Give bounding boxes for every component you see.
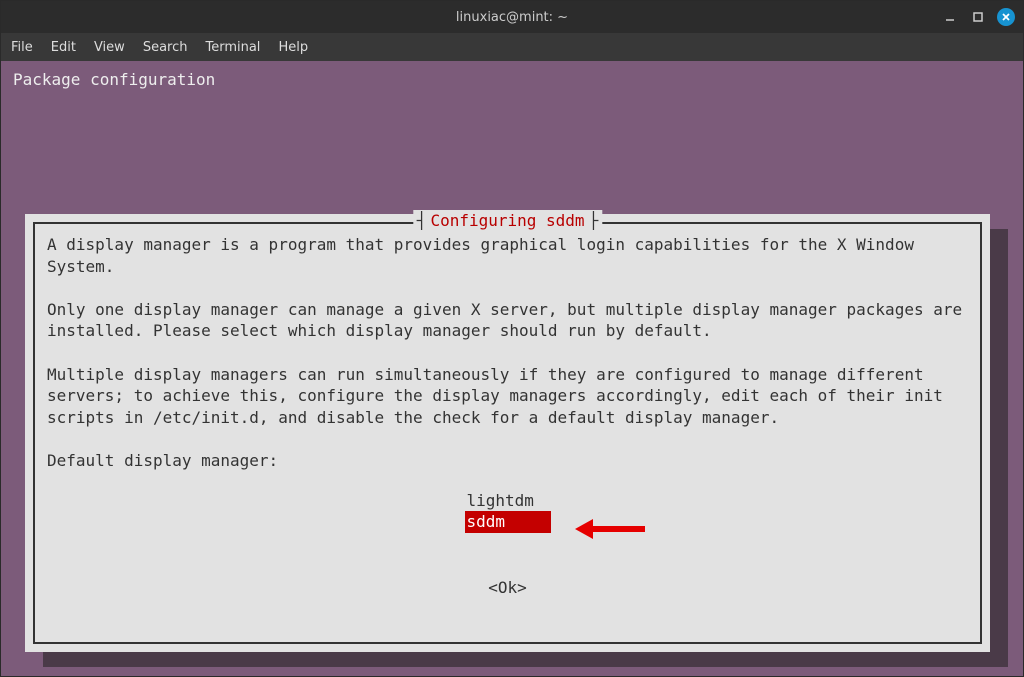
arrow-shaft (591, 526, 645, 532)
dialog-title-wrap: ┤ Configuring sddm ├ (413, 210, 602, 232)
menu-view[interactable]: View (94, 40, 125, 55)
dialog-body-3: Multiple display managers can run simult… (47, 364, 968, 429)
dialog-title: Configuring sddm (430, 210, 584, 232)
menu-terminal[interactable]: Terminal (205, 40, 260, 55)
ok-button[interactable]: <Ok> (47, 577, 968, 599)
window-title: linuxiac@mint: ~ (456, 10, 568, 25)
dialog-title-decoration-right: ├ (589, 210, 599, 232)
dialog-prompt: Default display manager: (47, 450, 968, 472)
menu-edit[interactable]: Edit (51, 40, 76, 55)
menubar: File Edit View Search Terminal Help (1, 33, 1023, 61)
dialog-body-1: A display manager is a program that prov… (47, 234, 968, 277)
option-lightdm[interactable]: lightdm (465, 490, 551, 512)
dialog-body-2: Only one display manager can manage a gi… (47, 299, 968, 342)
menu-file[interactable]: File (11, 40, 33, 55)
menu-help[interactable]: Help (278, 40, 308, 55)
package-config-title: Package configuration (13, 69, 215, 91)
close-button[interactable] (997, 8, 1015, 26)
menu-search[interactable]: Search (143, 40, 188, 55)
window-controls (941, 8, 1015, 26)
option-sddm[interactable]: sddm (465, 511, 551, 533)
terminal-area: Package configuration ┤ Configuring sddm… (1, 61, 1023, 676)
dialog-title-decoration-left: ┤ (417, 210, 427, 232)
window-titlebar: linuxiac@mint: ~ (1, 1, 1023, 33)
dialog-inner: ┤ Configuring sddm ├ A display manager i… (33, 222, 982, 644)
maximize-button[interactable] (969, 8, 987, 26)
option-list: lightdm sddm (47, 490, 968, 533)
ok-button-label: <Ok> (488, 578, 527, 597)
minimize-button[interactable] (941, 8, 959, 26)
dialog-box: ┤ Configuring sddm ├ A display manager i… (25, 214, 990, 652)
